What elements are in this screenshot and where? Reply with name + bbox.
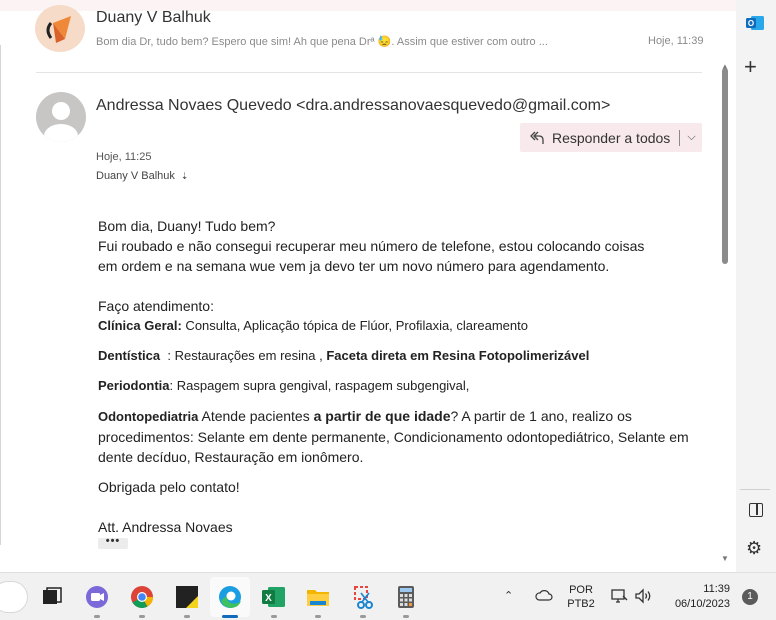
service-text: : Raspagem supra gengival, raspagem subg…: [169, 378, 470, 393]
side-panel-icon[interactable]: [749, 503, 763, 517]
show-quoted-button[interactable]: •••: [98, 536, 128, 549]
service-periodontia: Periodontia: Raspagem supra gengival, ra…: [98, 376, 708, 396]
avatar: [36, 92, 86, 142]
message-recipient[interactable]: Duany V Balhuk ⇣: [96, 170, 188, 182]
reply-all-label: Responder a todos: [552, 129, 671, 146]
gear-icon[interactable]: ⚙: [746, 538, 762, 559]
volume-icon[interactable]: [633, 587, 653, 605]
body-line: em ordem e na semana wue vem ja devo ter…: [98, 258, 610, 274]
reading-pane: Duany V Balhuk Bom dia Dr, tudo bem? Esp…: [0, 0, 736, 572]
pane-divider: [0, 45, 1, 545]
collapsed-message[interactable]: Duany V Balhuk Bom dia Dr, tudo bem? Esp…: [24, 0, 714, 60]
active-indicator: [222, 615, 238, 618]
collapsed-time: Hoje, 11:39: [648, 35, 704, 47]
service-odontopediatria: Odontopediatria Atende pacientes a parti…: [98, 406, 708, 467]
service-label: Odontopediatria: [98, 409, 199, 424]
input-language[interactable]: POR PTB2: [566, 583, 596, 611]
taskbar-search[interactable]: [0, 581, 28, 613]
task-view-icon[interactable]: [36, 581, 68, 613]
expand-recipients-icon[interactable]: ⇣: [181, 171, 189, 181]
service-label: Dentística: [98, 348, 161, 363]
message-time: Hoje, 11:25: [96, 151, 152, 163]
service-dentistica: Dentística : Restaurações em resina , Fa…: [98, 346, 708, 366]
chevron-down-icon[interactable]: ⌵: [687, 131, 695, 144]
service-text: Consulta, Aplicação tópica de Flúor, Pro…: [181, 318, 528, 333]
service-highlight: Faceta direta em Resina Fotopolimerizáve…: [326, 348, 590, 363]
body-intro: Faço atendimento:: [98, 298, 214, 314]
chevron-up-icon[interactable]: ⌃: [504, 589, 513, 602]
service-text: : Restaurações em resina ,: [160, 348, 327, 363]
language-code: POR: [569, 584, 593, 596]
right-sidebar: O + ⚙: [736, 0, 776, 572]
collapsed-sender: Duany V Balhuk: [96, 9, 211, 26]
clock[interactable]: 11:39 06/10/2023: [662, 582, 730, 612]
collapsed-preview: Bom dia Dr, tudo bem? Espero que sim! Ah…: [96, 36, 548, 48]
message-divider: [36, 72, 702, 73]
body-signature: Att. Andressa Novaes: [98, 519, 233, 535]
keyboard-layout: PTB2: [567, 598, 595, 610]
service-text: Atende pacientes: [198, 408, 314, 424]
message-body: Bom dia, Duany! Tudo bem? Fui roubado e …: [98, 216, 708, 537]
service-label: Clínica Geral:: [98, 318, 182, 333]
scrollbar[interactable]: ▲ ▼: [718, 62, 732, 566]
sidebar-divider: [740, 489, 770, 490]
body-line: Fui roubado e não consegui recuperar meu…: [98, 238, 645, 254]
reply-all-button[interactable]: Responder a todos ⌵: [520, 123, 702, 152]
sticky-notes-icon[interactable]: [171, 581, 203, 613]
add-app-icon[interactable]: +: [744, 54, 757, 80]
service-highlight: a partir de que idade: [313, 408, 451, 424]
running-indicator: [139, 615, 145, 618]
file-explorer-icon[interactable]: [302, 581, 334, 613]
network-icon[interactable]: [610, 587, 628, 605]
running-indicator: [94, 615, 100, 618]
onedrive-cloud-icon[interactable]: [535, 589, 553, 601]
running-indicator: [271, 615, 277, 618]
service-clinica: Clínica Geral: Consulta, Aplicação tópic…: [98, 316, 708, 336]
running-indicator: [184, 615, 190, 618]
body-greeting: Bom dia, Duany! Tudo bem?: [98, 218, 276, 234]
service-label: Periodontia: [98, 378, 170, 393]
svg-text:X: X: [265, 593, 272, 604]
excel-icon[interactable]: X: [258, 581, 290, 613]
edge-icon[interactable]: [214, 581, 246, 613]
running-indicator: [315, 615, 321, 618]
clock-time: 11:39: [703, 583, 730, 595]
notification-badge[interactable]: 1: [742, 589, 758, 605]
running-indicator: [403, 615, 409, 618]
scroll-down-icon[interactable]: ▼: [721, 554, 729, 563]
reply-all-icon: [530, 131, 544, 144]
calculator-icon[interactable]: [390, 581, 422, 613]
reply-separator: [679, 129, 681, 146]
teams-chat-icon[interactable]: [81, 581, 113, 613]
clock-date: 06/10/2023: [674, 598, 730, 610]
snipping-tool-icon[interactable]: [347, 581, 379, 613]
scrollbar-thumb[interactable]: [722, 68, 728, 264]
outlook-icon[interactable]: O: [745, 14, 765, 32]
chrome-icon[interactable]: [126, 581, 158, 613]
svg-text:O: O: [748, 19, 754, 28]
taskbar: X ⌃ POR PTB2 11:39 06/10/2023 1: [0, 572, 776, 620]
running-indicator: [360, 615, 366, 618]
recipient-name: Duany V Balhuk: [96, 170, 175, 182]
message-sender[interactable]: Andressa Novaes Quevedo <dra.andressanov…: [96, 97, 610, 115]
body-thanks: Obrigada pelo contato!: [98, 479, 240, 495]
sender-avatar: [35, 5, 85, 52]
